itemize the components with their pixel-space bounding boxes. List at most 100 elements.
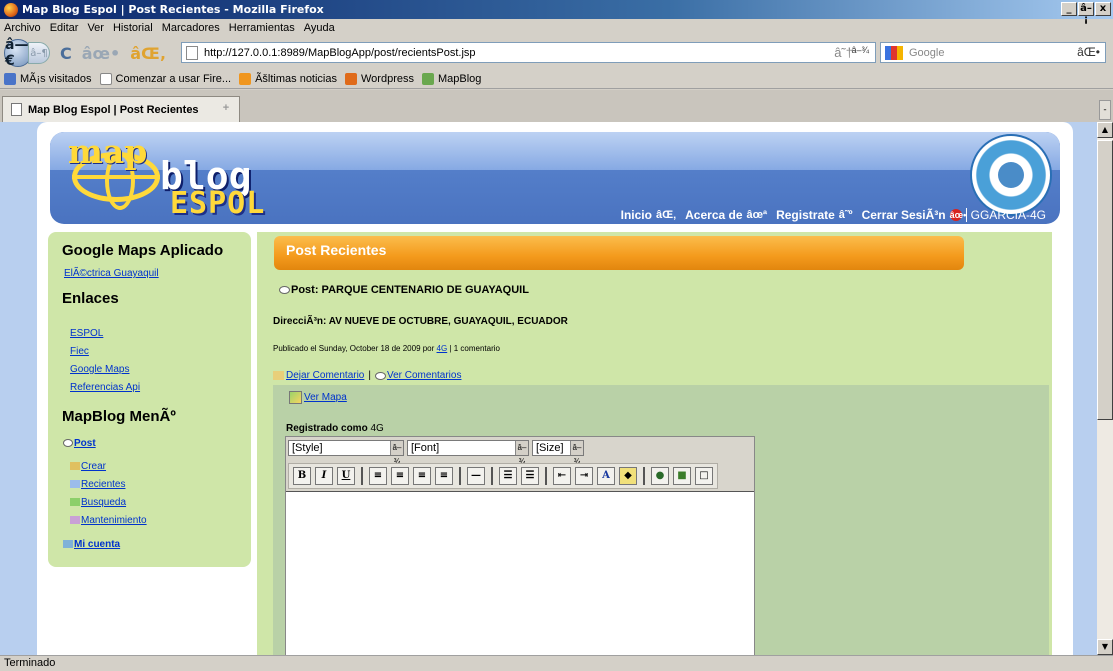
menu-herramientas[interactable]: Herramientas [229, 22, 295, 34]
image-icon[interactable]: ■ [673, 467, 691, 485]
mapblog-icon [421, 72, 434, 85]
text-color-icon[interactable]: A [597, 467, 615, 485]
comment-count: | 1 comentario [449, 344, 500, 353]
page-container: map blog ESPOL Inicio âŒ‚ Acerca de âœª … [37, 122, 1073, 655]
most-visited-icon [4, 72, 16, 85]
outdent-icon[interactable]: ⇤ [553, 467, 571, 485]
menu-archivo[interactable]: Archivo [4, 22, 41, 34]
link-espol[interactable]: ESPOL [70, 328, 103, 339]
minimize-button[interactable]: _ [1061, 2, 1077, 16]
bookmark-mas-visitados[interactable]: MÃ¡s visitados [4, 72, 92, 85]
menu-editar[interactable]: Editar [50, 22, 79, 34]
close-button[interactable]: x [1095, 2, 1111, 16]
ordered-list-icon[interactable]: ☰ [499, 467, 517, 485]
scroll-up-icon[interactable]: ▲ [1097, 122, 1113, 138]
align-left-icon[interactable]: ≡ [369, 467, 387, 485]
italic-button[interactable]: I [315, 467, 333, 485]
bold-button[interactable]: B [293, 467, 311, 485]
menu-marcadores[interactable]: Marcadores [162, 22, 220, 34]
vertical-scrollbar[interactable]: ▲ ▼ [1097, 122, 1113, 655]
new-tab-icon[interactable]: + [219, 102, 233, 116]
dejar-comentario-link[interactable]: Dejar Comentario [286, 370, 364, 381]
scroll-down-icon[interactable]: ▼ [1097, 639, 1113, 655]
bookmark-star-icon[interactable]: â˜† [834, 45, 853, 60]
toolbar-separator [491, 467, 493, 485]
ver-mapa-link[interactable]: Ver Mapa [289, 391, 347, 404]
bookmarks-toolbar: MÃ¡s visitados Comenzar a usar Fire... Ã… [0, 69, 1113, 89]
forward-button[interactable]: â–¶ [28, 42, 50, 64]
nav-inicio-link[interactable]: Inicio [621, 208, 652, 222]
espol-seal-icon [970, 134, 1052, 216]
bookmark-wordpress[interactable]: Wordpress [345, 72, 414, 85]
link-electrica-guayaquil[interactable]: ElÃ©ctrica Guayaquil [64, 268, 159, 279]
tab-list-button[interactable]: - [1099, 100, 1111, 120]
menu-post-link[interactable]: Post [63, 438, 96, 449]
underline-button[interactable]: U [337, 467, 355, 485]
indent-icon[interactable]: ⇥ [575, 467, 593, 485]
window-titlebar: Map Blog Espol | Post Recientes - Mozill… [0, 0, 1113, 25]
menu-ver[interactable]: Ver [87, 22, 104, 34]
horizontal-rule-icon[interactable]: — [467, 467, 485, 485]
style-select-value: [Style] [292, 442, 323, 454]
comment-icon [63, 439, 73, 448]
link-google-maps[interactable]: Google Maps [70, 364, 129, 375]
user-icon: â˜º [838, 209, 853, 221]
url-text: http://127.0.0.1:8989/MapBlogApp/post/re… [204, 46, 476, 59]
map-search-icon [70, 498, 80, 507]
font-select[interactable]: [Font] â–¾ [407, 440, 529, 466]
bookmark-ultimas-noticias[interactable]: Ãšltimas noticias [239, 72, 337, 85]
style-select[interactable]: [Style] â–¾ [288, 440, 404, 466]
nav-registrate-link[interactable]: Registrate [776, 208, 835, 222]
reload-icon[interactable]: C [60, 44, 72, 63]
comment-panel: Ver Mapa Registrado como 4G [Style] â–¾ [… [273, 385, 1049, 655]
nav-cerrar-sesion-link[interactable]: Cerrar SesiÃ³n [862, 208, 946, 222]
tab-map-blog[interactable]: Map Blog Espol | Post Recientes + [2, 96, 240, 122]
maximize-button[interactable]: â–¡ [1078, 2, 1094, 25]
comments-icon [70, 480, 80, 489]
bookmark-mapblog[interactable]: MapBlog [421, 72, 482, 85]
nav-acerca-link[interactable]: Acerca de [685, 208, 742, 222]
unordered-list-icon[interactable]: ☰ [521, 467, 539, 485]
bookmark-label: MapBlog [437, 72, 482, 85]
menu-historial[interactable]: Historial [113, 22, 153, 34]
stop-icon[interactable]: âœ• [82, 44, 121, 63]
search-box[interactable]: Google âŒ• [880, 42, 1106, 63]
bookmark-comenzar[interactable]: Comenzar a usar Fire... [99, 72, 231, 85]
editor-selects: [Style] â–¾ [Font] â–¾ [Size] â–¾ [288, 439, 587, 466]
ver-comentarios-link[interactable]: Ver Comentarios [387, 370, 461, 381]
publish-date: Publicado el Sunday, October 18 de 2009 … [273, 344, 435, 353]
size-select[interactable]: [Size] â–¾ [532, 440, 584, 466]
align-right-icon[interactable]: ≡ [413, 467, 431, 485]
firefox-icon [4, 2, 18, 17]
forward-arrow-icon: â–¶ [30, 47, 48, 59]
home-icon[interactable]: âŒ‚ [130, 44, 166, 63]
search-icon[interactable]: âŒ• [1077, 45, 1100, 59]
link-referencias-api[interactable]: Referencias Api [70, 382, 140, 393]
link-icon[interactable]: ● [651, 467, 669, 485]
source-icon[interactable]: □ [695, 467, 713, 485]
background-color-icon[interactable]: ◆ [619, 467, 637, 485]
bookmark-label: Wordpress [361, 72, 414, 85]
menu-mantenimiento-link[interactable]: Mantenimiento [70, 515, 147, 526]
navigation-toolbar: â—€ â–¶ C âœ• âŒ‚ http://127.0.0.1:8989/… [0, 37, 1113, 69]
page-icon [99, 72, 112, 85]
menu-recientes-link[interactable]: Recientes [70, 479, 125, 490]
url-bar[interactable]: http://127.0.0.1:8989/MapBlogApp/post/re… [181, 42, 876, 63]
menu-busqueda-link[interactable]: Busqueda [70, 497, 126, 508]
home-icon: âŒ‚ [655, 209, 677, 221]
scroll-thumb[interactable] [1097, 140, 1113, 420]
editor-text-area[interactable] [286, 491, 754, 655]
toolbar-separator [545, 467, 547, 485]
justify-icon[interactable]: ≡ [435, 467, 453, 485]
align-center-icon[interactable]: ≡ [391, 467, 409, 485]
url-dropdown-icon[interactable]: â–¾ [851, 45, 869, 55]
post-actions: Dejar Comentario | Ver Comentarios [273, 370, 461, 381]
toolbar-separator [361, 467, 363, 485]
author-link[interactable]: 4G [437, 344, 448, 353]
menu-post-label: Post [74, 438, 96, 449]
menu-ayuda[interactable]: Ayuda [304, 22, 335, 34]
google-engine-icon[interactable] [885, 45, 903, 60]
link-fiec[interactable]: Fiec [70, 346, 89, 357]
menu-mi-cuenta-link[interactable]: Mi cuenta [63, 539, 120, 550]
menu-crear-link[interactable]: Crear [70, 461, 106, 472]
